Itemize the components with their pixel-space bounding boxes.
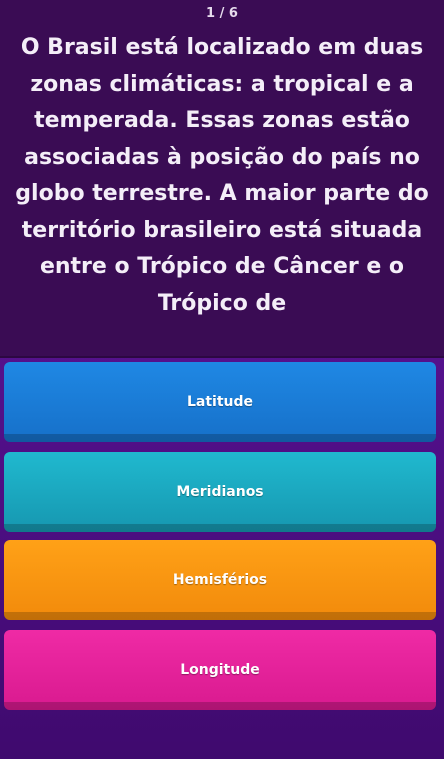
answer-option-longitude[interactable]: Longitude [4,630,436,710]
answer-shadow [4,434,436,442]
answer-shadow [4,524,436,532]
question-text: O Brasil está localizado em duas zonas c… [15,35,429,316]
answer-option-hemisferios[interactable]: Hemisférios [4,540,436,620]
answer-label: Hemisférios [172,572,268,588]
question-panel: 1 / 6 O Brasil está localizado em duas z… [0,0,444,358]
answer-shadow [4,702,436,710]
answer-label: Longitude [180,662,260,678]
answer-option-meridianos[interactable]: Meridianos [4,452,436,532]
answer-label: Meridianos [176,484,264,500]
answer-label: Latitude [186,394,254,410]
answer-shadow [4,612,436,620]
answer-option-latitude[interactable]: Latitude [4,362,436,442]
question-progress: 1 / 6 [206,6,238,21]
